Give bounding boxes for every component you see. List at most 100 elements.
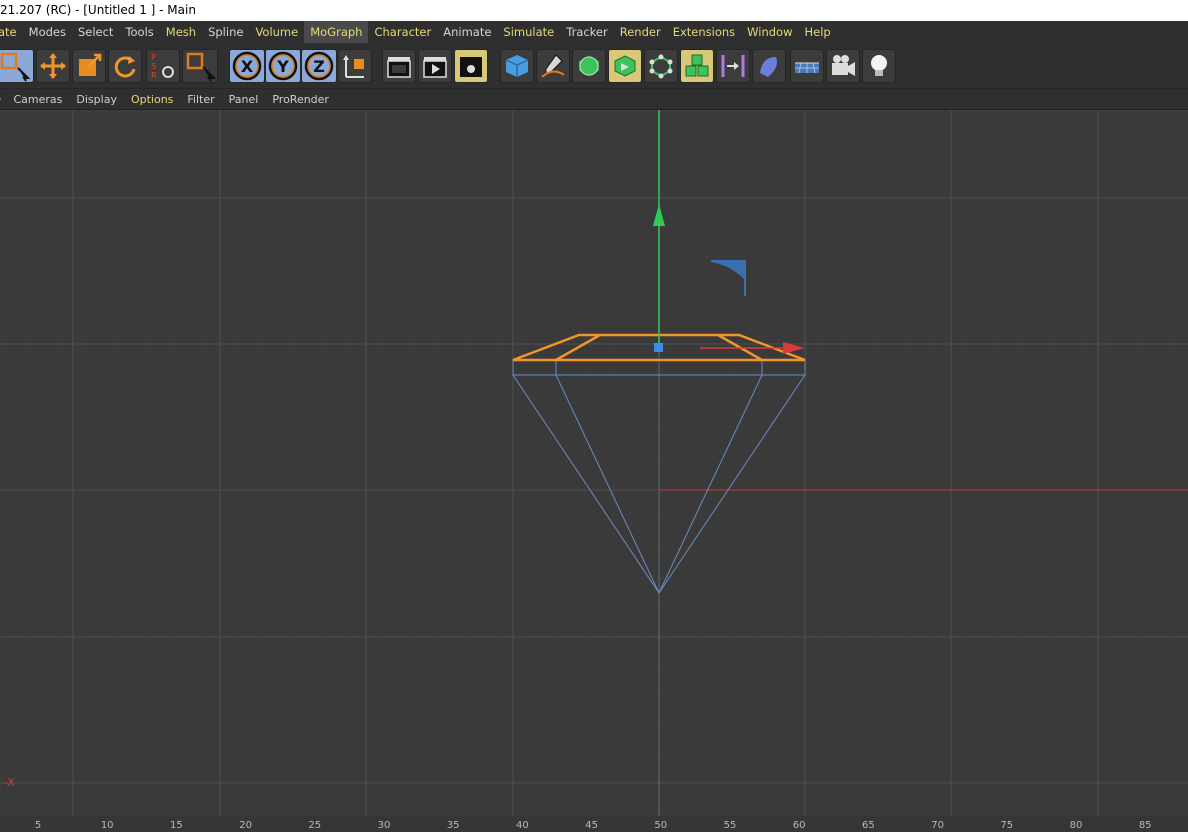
subdivision-icon [578,55,600,77]
ruler-tick: 60 [792,820,806,831]
field-icon [721,55,745,77]
selection-arrow-icon [0,52,31,82]
svg-text:R: R [151,71,157,80]
main-menubar: ate Modes Select Tools Mesh Spline Volume MoGra… [0,21,1188,43]
cube-icon [505,55,529,77]
ruler-tick: 55 [723,820,737,831]
viewport-menu-display[interactable]: Display [69,93,124,106]
ruler-tick: 50 [654,820,668,831]
menu-select[interactable]: Select [72,21,119,43]
menu-mograph[interactable]: MoGraph [304,21,369,43]
main-toolbar: PSR X Y Z [0,43,1188,89]
subdivision-surface-button[interactable] [572,49,606,83]
viewport-3d[interactable]: -X [0,110,1188,822]
menu-help[interactable]: Help [798,21,836,43]
svg-text:Z: Z [313,57,325,76]
array-generator-button[interactable] [608,49,642,83]
ruler-tick: 15 [170,820,183,831]
z-axis-icon: Z [304,51,334,81]
menu-extensions[interactable]: Extensions [667,21,741,43]
viewport-menu-options[interactable]: Options [124,93,180,106]
deformer-button[interactable] [644,49,678,83]
ruler-tick: 85 [1138,820,1152,831]
camera-icon [832,55,855,76]
y-axis-icon: Y [268,51,298,81]
render-to-picture-viewer-button[interactable] [418,49,452,83]
coordinate-system-button[interactable] [338,49,372,83]
ruler-tick: 10 [100,820,114,831]
fine-grid [0,110,1188,822]
pen-icon [541,54,565,78]
ruler-tick: 30 [377,820,391,831]
camera-button[interactable] [826,49,860,83]
window-title: 21.207 (RC) - [Untitled 1 ] - Main [0,0,1188,21]
ruler-tick: 80 [1069,820,1083,831]
ruler-tick: 5 [34,820,42,831]
menu-window[interactable]: Window [741,21,798,43]
render-settings-button[interactable] [454,49,488,83]
menu-mesh[interactable]: Mesh [160,21,202,43]
menu-character[interactable]: Character [368,21,437,43]
ruler-tick: 70 [931,820,944,831]
field-button[interactable] [716,49,750,83]
window-title-text: 21.207 (RC) - [Untitled 1 ] - Main [0,3,196,17]
generator-cube-icon [614,55,636,77]
cube-object-button[interactable] [500,49,534,83]
render-view-button[interactable] [382,49,416,83]
menu-tools[interactable]: Tools [119,21,159,43]
gizmo-center-handle[interactable] [654,343,663,352]
move-icon [40,53,66,79]
viewport-menu-panel[interactable]: Panel [222,93,266,106]
z-axis-lock-button[interactable]: Z [301,49,337,83]
menu-spline[interactable]: Spline [202,21,249,43]
svg-text:Y: Y [276,57,289,76]
axis-label-x: -X [4,776,15,789]
ruler-tick: 20 [239,820,252,831]
ruler-tick: 40 [516,820,529,831]
floor-grid-icon [795,62,819,74]
viewport-menu-filter[interactable]: Filter [180,93,221,106]
menu-animate[interactable]: Animate [437,21,497,43]
coordinate-system-icon [343,55,364,78]
scale-button[interactable] [72,49,106,83]
menu-render[interactable]: Render [614,21,667,43]
ruler-tick: 45 [585,820,598,831]
cloner-icon [685,54,709,77]
light-bulb-icon [871,55,887,76]
light-button[interactable] [862,49,896,83]
viewport-canvas[interactable]: -X [0,110,1188,822]
clapper-play-icon [423,57,447,78]
recent-tool-button[interactable] [182,49,218,83]
viewport-menubar: •CamerasDisplayOptionsFilterPanelProRend… [0,89,1188,110]
psr-icon: PSR [151,53,174,80]
y-axis-lock-button[interactable]: Y [265,49,301,83]
menu-modes[interactable]: Modes [23,21,72,43]
scale-icon [79,53,102,76]
pen-spline-button[interactable] [536,49,570,83]
ruler-tick: 25 [308,820,322,831]
svg-text:S: S [151,62,156,71]
sky-icon [760,57,777,77]
x-axis-icon: X [232,51,262,81]
x-axis-lock-button[interactable]: X [229,49,265,83]
viewport-menu-prorender[interactable]: ProRender [265,93,336,106]
menu-tracker[interactable]: Tracker [560,21,614,43]
live-selection-button[interactable] [0,49,34,83]
menu-simulate[interactable]: Simulate [497,21,560,43]
psr-button[interactable]: PSR [146,49,180,83]
menu-ate[interactable]: ate [0,21,23,43]
timeline-ruler[interactable]: 5 10 15 20 25 30 35 40 45 50 55 60 65 70 75 80 85 [0,816,1188,832]
cloner-button[interactable] [680,49,714,83]
floor-button[interactable] [790,49,824,83]
menu-volume[interactable]: Volume [249,21,304,43]
ruler-tick: 35 [446,820,460,831]
svg-text:P: P [151,53,156,62]
clapper-icon [387,57,411,78]
move-button[interactable] [36,49,70,83]
rotate-icon [114,56,136,78]
environment-button[interactable] [752,49,786,83]
ruler-tick: 65 [862,820,875,831]
rotate-button[interactable] [108,49,142,83]
deformer-icon [649,54,673,79]
viewport-menu-cameras[interactable]: Cameras [7,93,70,106]
